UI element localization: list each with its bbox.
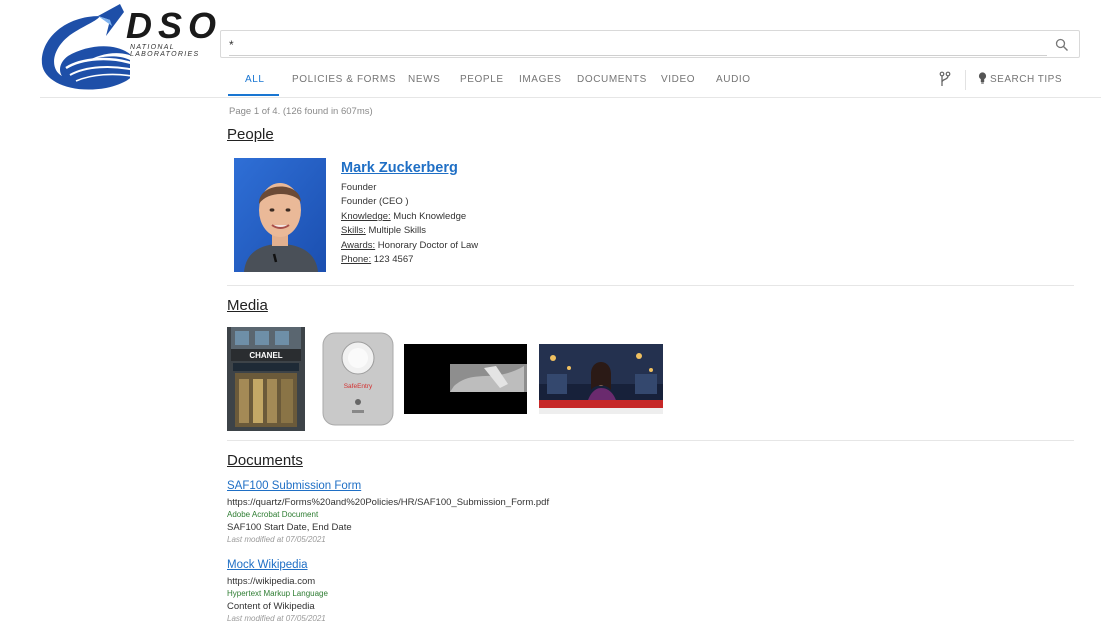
- chanel-sign-text: CHANEL: [249, 351, 282, 360]
- section-divider: [227, 285, 1074, 286]
- tab-audio[interactable]: AUDIO: [716, 72, 751, 96]
- person-title: Founder: [341, 182, 377, 193]
- search-bar: [220, 30, 1080, 58]
- section-divider: [227, 440, 1074, 441]
- person-photo[interactable]: [234, 158, 326, 272]
- dso-logo[interactable]: DSO NATIONAL LABORATORIES: [38, 2, 216, 94]
- person-name-link[interactable]: Mark Zuckerberg: [341, 160, 458, 176]
- phone-value: 123 4567: [373, 254, 414, 266]
- document-url: https://quartz/Forms%20and%20Policies/HR…: [227, 497, 550, 508]
- document-type: Hypertext Markup Language: [227, 589, 328, 598]
- document-title-link[interactable]: Mock Wikipedia: [227, 558, 328, 573]
- person-details: Founder Founder (CEO ) Knowledge: Much K…: [341, 181, 478, 267]
- logo-swirl-icon: [41, 4, 130, 90]
- tab-policies-forms[interactable]: POLICIES & FORMS: [292, 72, 396, 96]
- knowledge-label: Knowledge:: [341, 210, 391, 222]
- media-thumb-video[interactable]: [404, 344, 527, 414]
- document-url: https://wikipedia.com: [227, 576, 316, 587]
- tab-images[interactable]: IMAGES: [519, 72, 562, 96]
- fork-icon[interactable]: [938, 71, 952, 87]
- skills-value: Multiple Skills: [368, 225, 426, 237]
- header-divider: [40, 97, 1101, 98]
- search-tips-button[interactable]: SEARCH TIPS: [978, 72, 1062, 85]
- toolbar-separator: [965, 70, 966, 90]
- results-status: Page 1 of 4. (126 found in 607ms): [229, 106, 373, 117]
- person-phone: Phone: 123 4567: [341, 253, 478, 267]
- active-tab-indicator: [228, 94, 279, 96]
- section-title-documents: Documents: [227, 452, 303, 469]
- lightbulb-icon: [978, 72, 987, 84]
- person-awards: Awards: Honorary Doctor of Law: [341, 239, 478, 253]
- search-tips-label: SEARCH TIPS: [990, 74, 1062, 85]
- tab-documents[interactable]: DOCUMENTS: [577, 72, 647, 96]
- person-knowledge: Knowledge: Much Knowledge: [341, 210, 478, 224]
- media-thumb-chanel[interactable]: CHANEL: [227, 327, 305, 431]
- safeentry-label: SafeEntry: [344, 383, 373, 390]
- document-description: SAF100 Start Date, End Date: [227, 522, 352, 533]
- logo-wordmark: DSO: [126, 5, 223, 46]
- awards-value: Honorary Doctor of Law: [377, 239, 479, 251]
- phone-label: Phone:: [341, 254, 372, 266]
- document-title-link[interactable]: SAF100 Submission Form: [227, 479, 549, 494]
- document-modified: Last modified at 07/05/2021: [227, 535, 326, 544]
- section-title-people: People: [227, 126, 274, 143]
- tab-news[interactable]: NEWS: [408, 72, 440, 96]
- document-modified: Last modified at 07/05/2021: [227, 614, 326, 623]
- logo-subtitle-2: LABORATORIES: [130, 51, 200, 58]
- tab-video[interactable]: VIDEO: [661, 72, 695, 96]
- section-title-media: Media: [227, 297, 268, 314]
- search-icon[interactable]: [1055, 38, 1069, 52]
- document-result: Mock Wikipedia https://wikipedia.com Hyp…: [227, 558, 328, 624]
- tab-all[interactable]: ALL: [245, 72, 265, 96]
- document-description: Content of Wikipedia: [227, 601, 315, 612]
- awards-label: Awards:: [341, 239, 376, 251]
- skills-label: Skills:: [341, 225, 366, 237]
- document-result: SAF100 Submission Form https://quartz/Fo…: [227, 479, 549, 545]
- person-skills: Skills: Multiple Skills: [341, 224, 478, 238]
- search-input[interactable]: [229, 35, 1047, 56]
- media-thumb-news[interactable]: [539, 344, 663, 414]
- person-role: Founder (CEO ): [341, 196, 409, 208]
- tab-people[interactable]: PEOPLE: [460, 72, 504, 96]
- document-type: Adobe Acrobat Document: [227, 510, 319, 519]
- media-thumb-safeentry[interactable]: SafeEntry: [322, 332, 394, 426]
- knowledge-value: Much Knowledge: [393, 210, 467, 222]
